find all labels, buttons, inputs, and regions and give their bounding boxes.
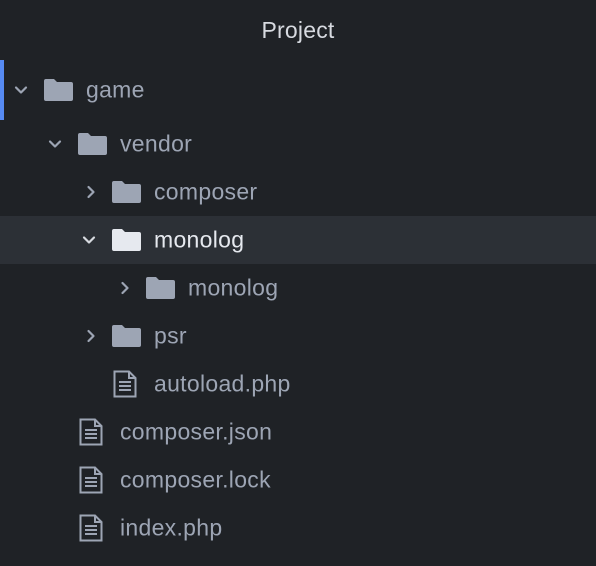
file-text-icon: [113, 370, 137, 398]
tree-item-composer-json[interactable]: composer.json: [0, 408, 596, 456]
file-text-icon: [79, 466, 103, 494]
folder-icon: [112, 325, 141, 347]
chevron-right-icon[interactable]: [84, 329, 98, 343]
tree-item-label: composer.lock: [120, 466, 271, 493]
folder-icon: [112, 181, 141, 203]
tree-item-monolog-selected[interactable]: monolog: [0, 216, 596, 264]
tree-item-label: composer.json: [120, 418, 273, 445]
chevron-down-icon[interactable]: [48, 137, 62, 151]
tree-item-label: index.php: [120, 514, 223, 541]
file-text-icon: [79, 418, 103, 446]
tree-item-label: monolog: [154, 226, 245, 253]
chevron-down-icon[interactable]: [82, 233, 96, 247]
chevron-right-icon[interactable]: [118, 281, 132, 295]
tree-item-vendor[interactable]: vendor: [0, 120, 596, 168]
file-text-icon: [79, 514, 103, 542]
tree-item-composer-lock[interactable]: composer.lock: [0, 456, 596, 504]
chevron-right-icon[interactable]: [84, 185, 98, 199]
panel-title: Project: [261, 17, 335, 43]
tree-item-label: game: [86, 76, 145, 103]
folder-icon: [78, 133, 107, 155]
tree-item-label: vendor: [120, 130, 193, 157]
chevron-down-icon[interactable]: [14, 83, 28, 97]
folder-open-icon: [112, 229, 141, 251]
project-panel: Project game vendor composer monolog mon…: [0, 0, 596, 566]
tree-item-label: monolog: [188, 274, 279, 301]
tree-item-index[interactable]: index.php: [0, 504, 596, 552]
tree-item-autoload[interactable]: autoload.php: [0, 360, 596, 408]
tree-item-game[interactable]: game: [0, 66, 596, 114]
tree-item-label: composer: [154, 178, 258, 205]
folder-icon: [146, 277, 175, 299]
tree-item-label: psr: [154, 322, 187, 349]
tree-item-monolog-sub[interactable]: monolog: [0, 264, 596, 312]
tree-item-label: autoload.php: [154, 370, 291, 397]
tree-item-psr[interactable]: psr: [0, 312, 596, 360]
folder-icon: [44, 79, 73, 101]
tree-item-composer[interactable]: composer: [0, 168, 596, 216]
